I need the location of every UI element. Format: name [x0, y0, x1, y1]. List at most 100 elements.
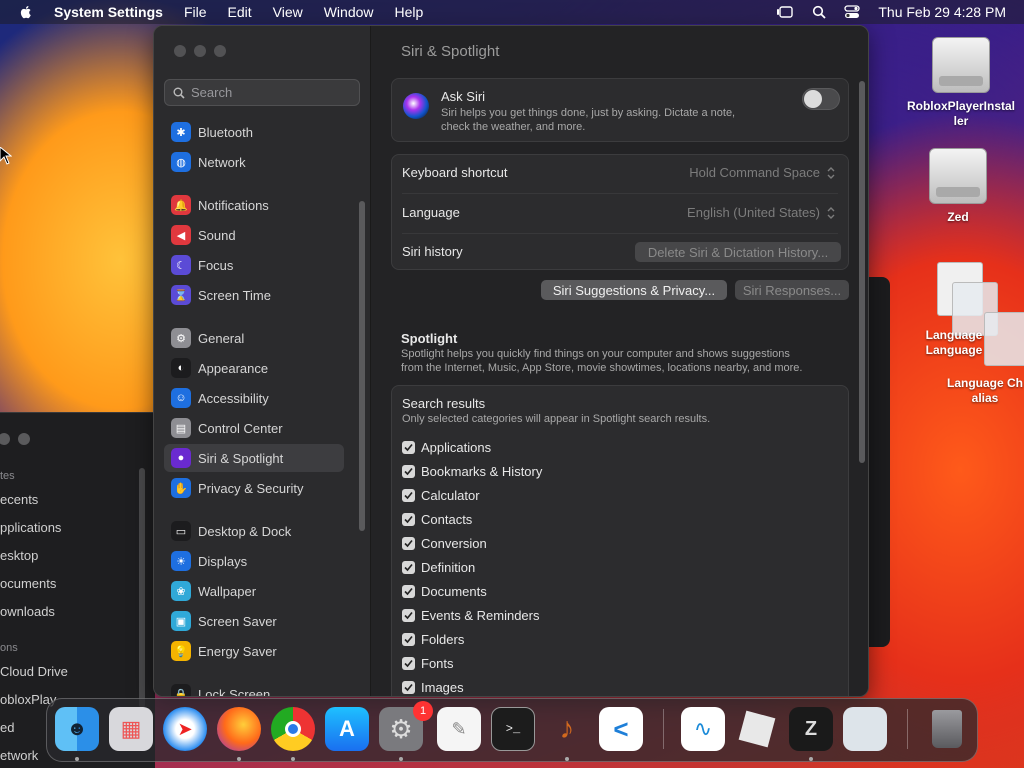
checkbox-checked-icon[interactable]	[402, 441, 415, 454]
document-alias-icon[interactable]	[984, 312, 1024, 366]
spotlight-category-bookmarks-history[interactable]: Bookmarks & History	[402, 464, 542, 479]
launchpad-icon[interactable]: ▦	[109, 707, 153, 751]
roblox-icon[interactable]	[735, 707, 779, 751]
spotlight-category-events-reminders[interactable]: Events & Reminders	[402, 608, 540, 623]
control-center-icon[interactable]	[844, 5, 861, 19]
safari-icon[interactable]: ➤	[163, 707, 207, 751]
stage-manager-icon[interactable]	[776, 5, 794, 19]
finder-icon[interactable]: ☻	[55, 707, 99, 751]
finder-zoom-button[interactable]	[0, 433, 10, 445]
sidebar-item-label: Network	[198, 154, 246, 170]
spotlight-category-contacts[interactable]: Contacts	[402, 512, 472, 527]
checkbox-checked-icon[interactable]	[402, 561, 415, 574]
close-button[interactable]	[174, 45, 186, 57]
sidebar-item-displays[interactable]: ☀ Displays	[164, 547, 344, 575]
desktop-icon-language[interactable]: Language Language	[918, 328, 990, 358]
textedit-icon[interactable]: ✎	[437, 707, 481, 751]
spotlight-category-folders[interactable]: Folders	[402, 632, 464, 647]
finder-item-zed[interactable]: ed	[0, 720, 14, 735]
finder-scrollbar[interactable]	[139, 468, 145, 708]
keyboard-shortcut-popup[interactable]: Hold Command Space	[689, 165, 836, 180]
sidebar-item-screen-saver[interactable]: ▣ Screen Saver	[164, 607, 344, 635]
desktop-icon-roblox-installer[interactable]: RobloxPlayerInstal ler	[898, 37, 1024, 129]
spotlight-category-fonts[interactable]: Fonts	[402, 656, 454, 671]
sidebar-item-lock-screen[interactable]: 🔒 Lock Screen	[164, 680, 344, 696]
delete-siri-history-button[interactable]: Delete Siri & Dictation History...	[635, 242, 841, 262]
settings-search[interactable]	[164, 79, 360, 106]
zed-icon[interactable]: Z	[789, 707, 833, 751]
firefox-icon[interactable]	[217, 707, 261, 751]
chrome-icon[interactable]	[271, 707, 315, 751]
sidebar-item-appearance[interactable]: ◐ Appearance	[164, 354, 344, 382]
menu-app-name[interactable]: System Settings	[54, 4, 163, 20]
checkbox-checked-icon[interactable]	[402, 657, 415, 670]
checkbox-checked-icon[interactable]	[402, 633, 415, 646]
apple-logo-icon[interactable]	[18, 4, 34, 20]
finder-item-recents[interactable]: ecents	[0, 492, 38, 507]
desktop-icon-zed[interactable]: Zed	[898, 148, 1018, 225]
finder-item-network[interactable]: etwork	[0, 748, 38, 763]
spotlight-category-definition[interactable]: Definition	[402, 560, 475, 575]
siri-responses-button[interactable]: Siri Responses...	[735, 280, 849, 300]
sidebar-item-screen-time[interactable]: ⌛ Screen Time	[164, 281, 344, 309]
terminal-icon[interactable]: >_	[491, 707, 535, 751]
sidebar-item-notifications[interactable]: 🔔 Notifications	[164, 191, 344, 219]
checkbox-checked-icon[interactable]	[402, 681, 415, 694]
finder-item-desktop[interactable]: esktop	[0, 548, 38, 563]
sidebar-item-privacy-security[interactable]: ✋ Privacy & Security	[164, 474, 344, 502]
spotlight-category-documents[interactable]: Documents	[402, 584, 487, 599]
sidebar-item-network[interactable]: ◍ Network	[164, 148, 344, 176]
sidebar-item-general[interactable]: ⚙ General	[164, 324, 344, 352]
minimize-button[interactable]	[194, 45, 206, 57]
sidebar-item-focus[interactable]: ☾ Focus	[164, 251, 344, 279]
finder-item-applications[interactable]: pplications	[0, 520, 61, 535]
sidebar-item-bluetooth[interactable]: ✱ Bluetooth	[164, 118, 344, 146]
checkbox-checked-icon[interactable]	[402, 513, 415, 526]
menu-edit[interactable]: Edit	[228, 4, 252, 20]
sidebar-item-label: Displays	[198, 553, 248, 569]
zoom-button[interactable]	[214, 45, 226, 57]
sidebar-item-energy-saver[interactable]: 💡 Energy Saver	[164, 637, 344, 665]
menu-window[interactable]: Window	[324, 4, 374, 20]
siri-suggestions-privacy-button[interactable]: Siri Suggestions & Privacy...	[541, 280, 727, 300]
sidebar-item-label: Energy Saver	[198, 643, 277, 659]
finder-item-downloads[interactable]: ownloads	[0, 604, 55, 619]
menu-help[interactable]: Help	[395, 4, 424, 20]
finder-item-icloud[interactable]: Cloud Drive	[0, 664, 68, 679]
checkbox-checked-icon[interactable]	[402, 465, 415, 478]
siri-icon: ●	[171, 448, 191, 468]
background-window[interactable]	[866, 277, 890, 647]
spotlight-category-conversion[interactable]: Conversion	[402, 536, 487, 551]
sidebar-item-sound[interactable]: ◀ Sound	[164, 221, 344, 249]
spotlight-category-images[interactable]: Images	[402, 680, 464, 695]
menu-clock[interactable]: Thu Feb 29 4:28 PM	[878, 4, 1006, 20]
search-input[interactable]	[191, 85, 351, 100]
app-store-icon[interactable]: A	[325, 707, 369, 751]
vscode-icon[interactable]: <	[599, 707, 643, 751]
finder-extra-button[interactable]	[18, 433, 30, 445]
sidebar-item-desktop-dock[interactable]: ▭ Desktop & Dock	[164, 517, 344, 545]
sidebar-item-siri-spotlight[interactable]: ● Siri & Spotlight	[164, 444, 344, 472]
checkbox-checked-icon[interactable]	[402, 609, 415, 622]
freeform-icon[interactable]: ∿	[681, 707, 725, 751]
ask-siri-toggle[interactable]	[802, 88, 840, 110]
trash-icon[interactable]	[925, 707, 969, 751]
garageband-icon[interactable]: ♪	[545, 707, 589, 751]
language-popup[interactable]: English (United States)	[687, 205, 836, 220]
spotlight-category-calculator[interactable]: Calculator	[402, 488, 480, 503]
sidebar-scrollbar[interactable]	[359, 201, 365, 531]
sidebar-item-control-center[interactable]: ▤ Control Center	[164, 414, 344, 442]
desktop-icon-language-alias[interactable]: Language Ch alias	[940, 376, 1024, 406]
menu-view[interactable]: View	[273, 4, 303, 20]
checkbox-checked-icon[interactable]	[402, 537, 415, 550]
checkbox-checked-icon[interactable]	[402, 489, 415, 502]
sidebar-item-accessibility[interactable]: ☺ Accessibility	[164, 384, 344, 412]
blank-app-icon[interactable]	[843, 707, 887, 751]
spotlight-search-icon[interactable]	[812, 5, 826, 19]
finder-item-documents[interactable]: ocuments	[0, 576, 56, 591]
checkbox-checked-icon[interactable]	[402, 585, 415, 598]
menu-file[interactable]: File	[184, 4, 207, 20]
spotlight-category-applications[interactable]: Applications	[402, 440, 491, 455]
sidebar-item-wallpaper[interactable]: ❀ Wallpaper	[164, 577, 344, 605]
main-scrollbar[interactable]	[859, 81, 865, 463]
